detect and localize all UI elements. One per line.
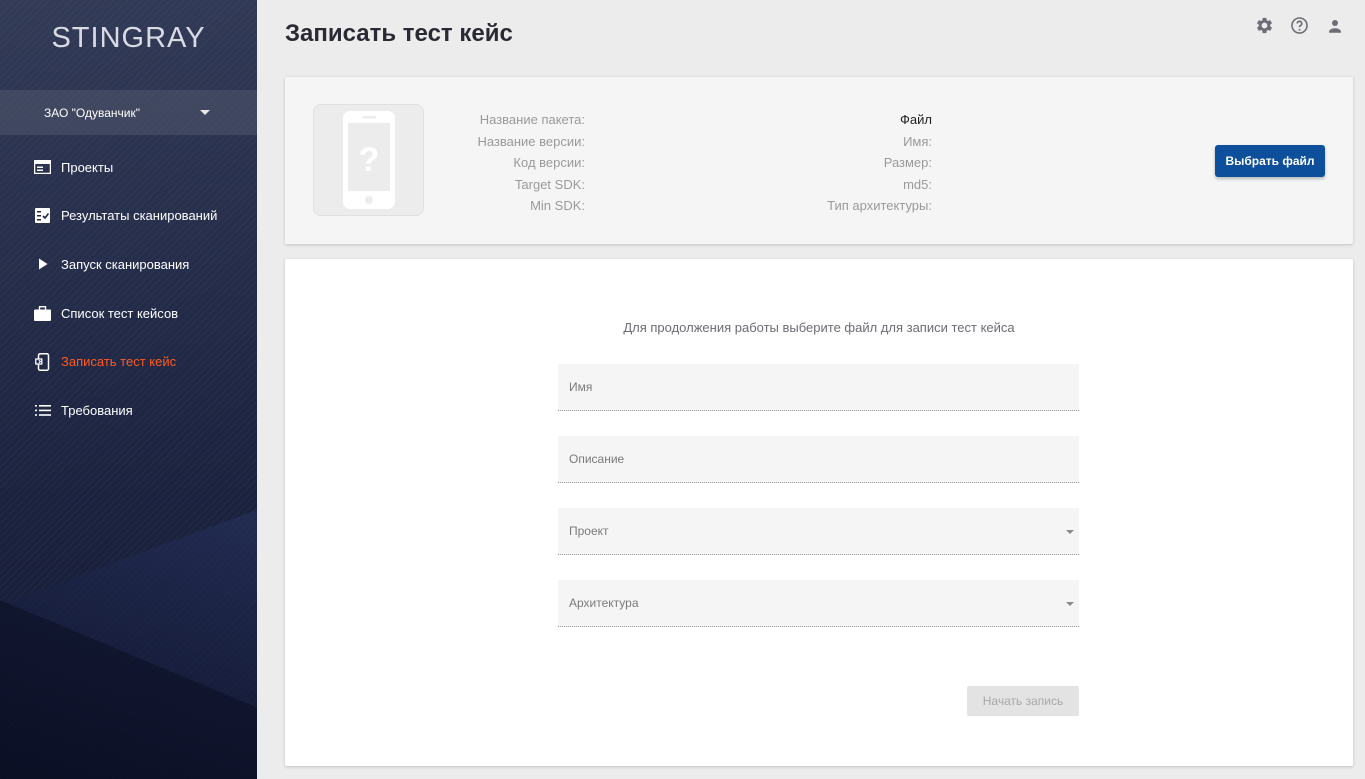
- sidebar-item-scan-results[interactable]: Результаты сканирований: [0, 192, 257, 241]
- organization-name: ЗАО "Одуванчик": [44, 105, 140, 120]
- file-details: Файл Имя: Размер: md5: Тип архитектуры:: [785, 109, 932, 217]
- dropdown-arrow-icon: [1066, 602, 1074, 606]
- architecture-type-label: Тип архитектуры:: [827, 198, 932, 214]
- sidebar-nav: Проекты Результаты сканирований Запуск с…: [0, 143, 257, 435]
- file-name-label: Имя:: [903, 133, 932, 149]
- app-logo: STINGRAY: [51, 22, 206, 54]
- sidebar-item-test-cases[interactable]: Список тест кейсов: [0, 289, 257, 338]
- user-icon[interactable]: [1324, 15, 1345, 36]
- scan-results-icon: [34, 207, 51, 224]
- sidebar-item-label: Проекты: [61, 159, 114, 175]
- package-details: Название пакета: Название версии: Код ве…: [435, 109, 585, 217]
- record-form-card: Для продолжения работы выберите файл для…: [285, 259, 1353, 766]
- list-icon: [34, 402, 51, 419]
- name-field[interactable]: Имя: [558, 364, 1079, 411]
- choose-file-button[interactable]: Выбрать файл: [1215, 145, 1325, 177]
- dropdown-arrow-icon: [1066, 530, 1074, 534]
- version-code-label: Код версии:: [513, 155, 585, 171]
- sidebar-item-label: Результаты сканирований: [61, 208, 218, 224]
- sidebar-item-label: Требования: [61, 402, 133, 418]
- project-select[interactable]: Проект: [558, 508, 1079, 555]
- sidebar-item-record-test-case[interactable]: Записать тест кейс: [0, 337, 257, 386]
- page-title: Записать тест кейс: [285, 20, 513, 47]
- sidebar-item-run-scan[interactable]: Запуск сканирования: [0, 240, 257, 289]
- sidebar-item-requirements[interactable]: Требования: [0, 386, 257, 435]
- architecture-select[interactable]: Архитектура: [558, 580, 1079, 627]
- sidebar-item-label: Запуск сканирования: [61, 256, 190, 272]
- help-icon[interactable]: [1289, 15, 1310, 36]
- app-placeholder-icon: ?: [313, 104, 424, 216]
- phone-record-icon: [34, 352, 51, 371]
- chevron-down-icon: [200, 110, 210, 115]
- min-sdk-label: Min SDK:: [530, 198, 585, 214]
- sidebar-item-projects[interactable]: Проекты: [0, 143, 257, 192]
- header-actions: [1254, 15, 1345, 36]
- project-select-placeholder: Проект: [569, 524, 609, 538]
- projects-icon: [34, 159, 51, 176]
- description-field[interactable]: Описание: [558, 436, 1079, 483]
- file-header: Файл: [900, 112, 932, 127]
- sidebar-item-label: Записать тест кейс: [61, 354, 177, 370]
- briefcase-icon: [34, 305, 51, 322]
- sidebar: STINGRAY ЗАО "Одуванчик" Проекты Результ…: [0, 0, 257, 779]
- target-sdk-label: Target SDK:: [514, 176, 585, 192]
- sidebar-item-label: Список тест кейсов: [61, 305, 179, 321]
- package-info-card: ? Название пакета: Название версии: Код …: [285, 77, 1353, 244]
- file-size-label: Размер:: [883, 155, 932, 171]
- description-field-placeholder: Описание: [569, 452, 625, 466]
- architecture-select-placeholder: Архитектура: [569, 596, 639, 610]
- name-field-placeholder: Имя: [569, 380, 593, 394]
- version-name-label: Название версии:: [477, 133, 585, 149]
- svg-text:?: ?: [358, 141, 379, 179]
- start-recording-button[interactable]: Начать запись: [967, 686, 1079, 716]
- md5-label: md5:: [903, 176, 932, 192]
- play-icon: [34, 256, 51, 273]
- package-name-label: Название пакета:: [479, 112, 585, 127]
- form-hint: Для продолжения работы выберите файл для…: [623, 320, 1015, 335]
- organization-selector[interactable]: ЗАО "Одуванчик": [0, 90, 257, 135]
- gear-icon[interactable]: [1254, 15, 1275, 36]
